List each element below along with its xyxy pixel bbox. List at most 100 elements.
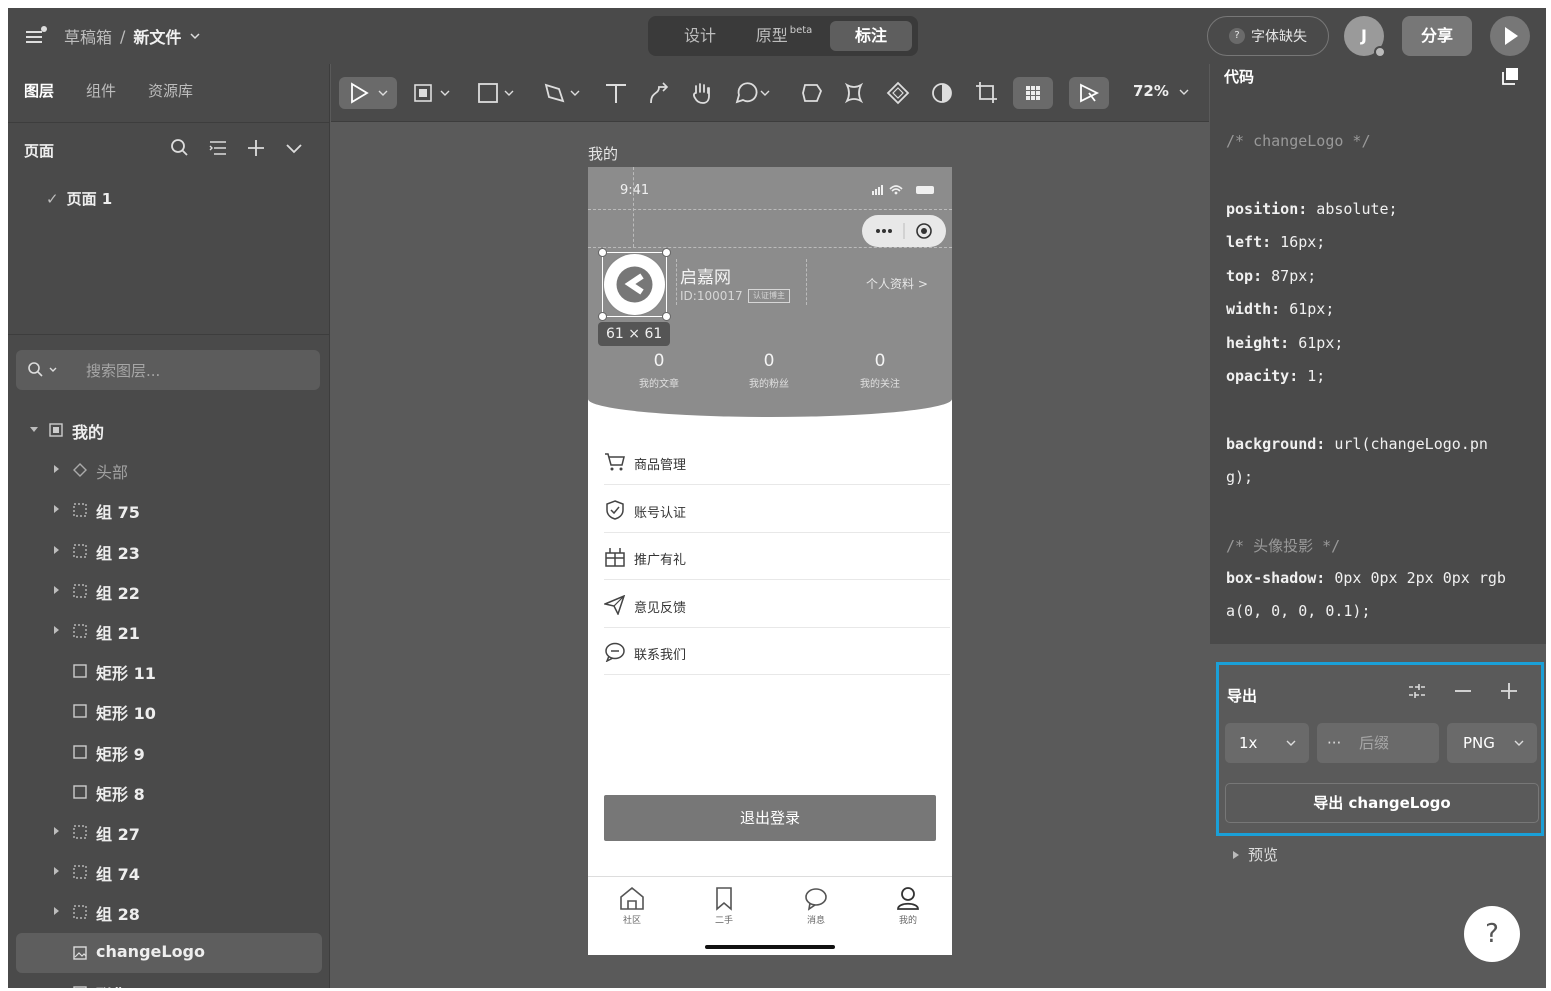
capsule-menu[interactable] xyxy=(862,215,946,247)
avatar[interactable]: J xyxy=(1344,16,1386,58)
status-icons xyxy=(872,183,936,197)
layer-row[interactable]: 矩形 9 xyxy=(16,732,322,772)
layer-row[interactable]: 组 74 xyxy=(16,852,322,892)
profile-header[interactable]: 9:41 61 × 61 启嘉网 ID:100017 认证博主 个人资料 > 0… xyxy=(588,167,952,417)
page-item[interactable]: ✓ 页面 1 xyxy=(46,188,112,209)
inspect-icon[interactable] xyxy=(1069,77,1109,109)
caret-right-icon[interactable] xyxy=(54,907,59,916)
layer-row[interactable]: 组 22 xyxy=(16,571,322,611)
plus-icon[interactable] xyxy=(1497,679,1521,703)
component-tool[interactable] xyxy=(797,77,827,109)
comment-tool[interactable] xyxy=(731,77,777,109)
rectangle-tool[interactable] xyxy=(475,77,521,109)
profile-link[interactable]: 个人资料 > xyxy=(866,275,928,292)
menu-icon[interactable] xyxy=(24,25,48,47)
layer-row[interactable]: 我的 xyxy=(16,410,322,450)
search-icon[interactable] xyxy=(170,138,190,158)
layer-row[interactable]: 矩形 11 xyxy=(16,651,322,691)
layer-row[interactable]: 矩形 8 xyxy=(16,772,322,812)
tab-prototype[interactable]: 原型 beta xyxy=(752,21,816,51)
tab-layers[interactable]: 图层 xyxy=(24,80,54,101)
tab-annotate[interactable]: 标注 xyxy=(830,21,912,51)
collapse-icon[interactable] xyxy=(284,138,304,158)
share-button[interactable]: 分享 xyxy=(1402,16,1472,56)
copy-icon[interactable] xyxy=(1500,66,1522,88)
stat-following[interactable]: 0 我的关注 xyxy=(835,351,925,390)
caret-right-icon[interactable] xyxy=(54,505,59,514)
breadcrumb-drafts[interactable]: 草稿箱 xyxy=(64,24,112,48)
mask-icon[interactable] xyxy=(927,77,957,109)
diamond-icon[interactable] xyxy=(883,77,913,109)
hand-icon[interactable] xyxy=(687,77,717,109)
menu-item[interactable]: 联系我们 xyxy=(604,628,950,675)
vector-icon[interactable] xyxy=(839,77,869,109)
caret-right-icon[interactable] xyxy=(54,465,59,474)
layer-row[interactable]: 矩形 10 xyxy=(16,691,322,731)
add-page-icon[interactable] xyxy=(246,138,266,158)
crop-icon[interactable] xyxy=(971,77,1001,109)
file-name[interactable]: 新文件 xyxy=(133,24,181,48)
phone-frame[interactable]: 9:41 61 × 61 启嘉网 ID:100017 认证博主 个人资料 > 0… xyxy=(588,167,952,955)
text-tool[interactable] xyxy=(601,77,631,109)
menu-item[interactable]: 账号认证 xyxy=(604,486,950,533)
move-tool[interactable] xyxy=(339,77,397,109)
canvas[interactable]: 我的 9:41 61 × 61 启嘉网 ID:100017 认证博主 个人资料 … xyxy=(331,123,1209,988)
minus-icon[interactable] xyxy=(1451,679,1475,703)
frame-label[interactable]: 我的 xyxy=(588,143,618,164)
layer-row[interactable]: 组 75 xyxy=(16,490,322,530)
group-icon xyxy=(72,824,88,840)
caret-right-icon[interactable] xyxy=(54,867,59,876)
sort-icon[interactable] xyxy=(208,138,228,158)
tab-secondhand[interactable]: 二手 xyxy=(694,885,754,926)
play-icon[interactable] xyxy=(1490,16,1530,56)
connector-icon[interactable] xyxy=(645,77,675,109)
chevron-down-icon[interactable] xyxy=(189,30,201,42)
caret-right-icon[interactable] xyxy=(54,545,59,554)
resize-handle[interactable] xyxy=(598,248,607,257)
tab-design[interactable]: 设计 xyxy=(660,21,740,51)
caret-right-icon[interactable] xyxy=(54,626,59,634)
frame-tool[interactable] xyxy=(411,77,457,109)
stat-fans[interactable]: 0 我的粉丝 xyxy=(724,351,814,390)
tab-community[interactable]: 社区 xyxy=(602,885,662,926)
grid-icon[interactable] xyxy=(1013,77,1053,109)
chevron-down-icon xyxy=(1286,740,1296,746)
pen-tool[interactable] xyxy=(541,77,587,109)
layer-row[interactable]: 组 21 xyxy=(16,611,322,651)
layer-row[interactable]: 组 27 xyxy=(16,812,322,852)
preview-toggle[interactable]: 预览 xyxy=(1232,844,1278,865)
export-scale-select[interactable]: 1x xyxy=(1225,723,1309,763)
code-block[interactable]: /* changeLogo */ position: absolute; lef… xyxy=(1210,110,1546,644)
group-icon xyxy=(72,623,88,639)
logout-button[interactable]: 退出登录 xyxy=(604,795,936,841)
export-button[interactable]: 导出 changeLogo xyxy=(1225,783,1539,823)
layer-search-input[interactable]: 搜索图层... xyxy=(16,350,320,390)
stat-articles[interactable]: 0 我的文章 xyxy=(614,351,704,390)
tab-messages[interactable]: 消息 xyxy=(786,885,846,926)
tab-mine[interactable]: 我的 xyxy=(878,885,938,926)
menu-item[interactable]: 意见反馈 xyxy=(604,581,950,628)
export-format-select[interactable]: PNG xyxy=(1447,723,1537,763)
menu-item[interactable]: 推广有礼 xyxy=(604,533,950,580)
menu-item[interactable]: 商品管理 xyxy=(604,438,950,485)
resize-handle[interactable] xyxy=(598,312,607,321)
caret-right-icon[interactable] xyxy=(54,827,59,835)
zoom-level[interactable]: 72% xyxy=(1133,82,1190,100)
help-button[interactable]: ? xyxy=(1464,906,1520,962)
message-icon xyxy=(805,888,827,911)
layer-row[interactable]: 组 23 xyxy=(16,531,322,571)
layer-row[interactable]: 组 28 xyxy=(16,892,322,932)
resize-handle[interactable] xyxy=(662,248,671,257)
layer-row[interactable]: changeLogo xyxy=(16,932,322,973)
settings-sliders-icon[interactable] xyxy=(1405,679,1429,703)
font-missing-button[interactable]: ? 字体缺失 xyxy=(1207,16,1329,56)
layer-row[interactable]: 联集 2 xyxy=(16,973,322,988)
caret-down-icon[interactable] xyxy=(30,427,38,432)
layer-row[interactable]: 头部 xyxy=(16,450,322,490)
caret-right-icon[interactable] xyxy=(54,585,59,594)
tab-components[interactable]: 组件 xyxy=(86,80,116,101)
code-value: 0px 0px 2px 0px rgb xyxy=(1325,569,1506,587)
export-suffix-input[interactable]: ··· 后缀 xyxy=(1317,723,1439,763)
resize-handle[interactable] xyxy=(662,312,671,321)
tab-assets[interactable]: 资源库 xyxy=(148,80,193,101)
